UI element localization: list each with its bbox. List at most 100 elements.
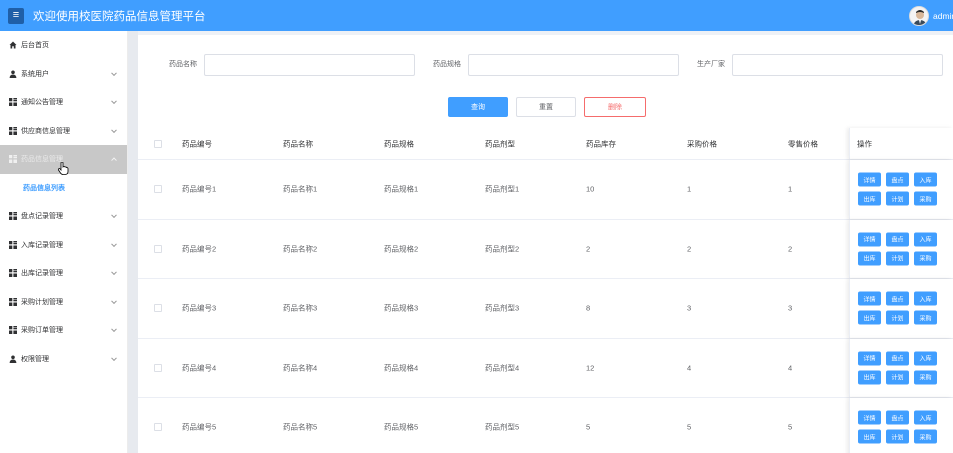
sidebar-item-notices[interactable]: 通知公告管理 [0, 88, 127, 117]
sidebar-item-stock-in[interactable]: 入库记录管理 [0, 231, 127, 260]
plan-button[interactable]: 计划 [886, 310, 909, 325]
drug-name-input[interactable] [204, 54, 415, 76]
stock-out-button[interactable]: 出库 [858, 429, 881, 444]
sidebar-item-stock-out[interactable]: 出库记录管理 [0, 259, 127, 288]
row-ops: 详情 盘点 入库 出库 计划 采购 [849, 160, 953, 219]
plan-button[interactable]: 计划 [886, 370, 909, 385]
cell-drug-code: 药品编号1 [182, 184, 217, 194]
detail-button[interactable]: 详情 [858, 172, 881, 187]
sidebar-item-purchase-order[interactable]: 采购订单管理 [0, 316, 127, 345]
purchase-button[interactable]: 采购 [914, 191, 937, 206]
app-title: 欢迎使用校医院药品信息管理平台 [33, 10, 206, 23]
stock-out-button[interactable]: 出库 [858, 251, 881, 266]
table-row: 药品编号2 药品名称2 药品规格2 药品剂型2 2 2 2 详情 盘点 入库 出… [138, 219, 953, 279]
sidebar-item-label: 通知公告管理 [21, 99, 63, 107]
sidebar-item-suppliers[interactable]: 供应商信息管理 [0, 117, 127, 146]
col-drug-spec: 药品规格 [384, 139, 414, 148]
table-row: 药品编号4 药品名称4 药品规格4 药品剂型4 12 4 4 详情 盘点 入库 … [138, 338, 953, 398]
reset-button[interactable]: 重置 [516, 97, 576, 117]
main-panel: 药品名称 药品规格 生产厂家 查询 重置 删除 药品编号 药品名称 药品规格 药… [138, 35, 953, 453]
cell-drug-spec: 药品规格4 [384, 363, 419, 373]
stock-in-button[interactable]: 入库 [914, 172, 937, 187]
stocktake-button[interactable]: 盘点 [886, 291, 909, 306]
query-button[interactable]: 查询 [448, 97, 508, 117]
search-form: 药品名称 药品规格 生产厂家 [138, 54, 953, 76]
stocktake-button[interactable]: 盘点 [886, 410, 909, 425]
row-checkbox[interactable] [154, 244, 162, 253]
cell-drug-name: 药品名称5 [283, 422, 318, 432]
cell-stock: 12 [586, 363, 595, 373]
cell-drug-code: 药品编号3 [182, 303, 217, 313]
row-checkbox[interactable] [154, 304, 162, 313]
purchase-button[interactable]: 采购 [914, 370, 937, 385]
grid-icon [9, 155, 17, 164]
stock-out-button[interactable]: 出库 [858, 370, 881, 385]
row-ops: 详情 盘点 入库 出库 计划 采购 [849, 338, 953, 397]
delete-button[interactable]: 删除 [584, 97, 646, 117]
col-drug-name: 药品名称 [283, 139, 313, 148]
cell-stock: 2 [586, 244, 591, 254]
row-checkbox[interactable] [154, 423, 162, 432]
sidebar-item-permissions[interactable]: 权限管理 [0, 345, 127, 374]
stock-in-button[interactable]: 入库 [914, 351, 937, 366]
detail-button[interactable]: 详情 [858, 351, 881, 366]
plan-button[interactable]: 计划 [886, 191, 909, 206]
stock-in-button[interactable]: 入库 [914, 410, 937, 425]
detail-button[interactable]: 详情 [858, 410, 881, 425]
chevron-down-icon [111, 355, 117, 361]
stocktake-button[interactable]: 盘点 [886, 232, 909, 247]
stock-in-button[interactable]: 入库 [914, 291, 937, 306]
select-all-checkbox[interactable] [154, 139, 162, 148]
col-operations: 操作 [857, 139, 872, 148]
cell-drug-form: 药品剂型2 [485, 244, 520, 254]
chevron-down-icon [111, 98, 117, 105]
cell-drug-name: 药品名称4 [283, 363, 318, 373]
plan-button[interactable]: 计划 [886, 251, 909, 266]
chevron-down-icon [111, 241, 117, 247]
row-checkbox[interactable] [154, 185, 162, 194]
sidebar-item-label: 盘点记录管理 [21, 213, 63, 221]
cell-retail-price: 1 [788, 184, 793, 194]
stocktake-button[interactable]: 盘点 [886, 351, 909, 366]
user-name[interactable]: admin [933, 11, 953, 21]
row-checkbox[interactable] [154, 363, 162, 372]
chevron-down-icon [111, 127, 117, 133]
fixed-ops-header: 操作 [849, 128, 953, 159]
stock-out-button[interactable]: 出库 [858, 310, 881, 325]
cell-purchase-price: 4 [687, 363, 692, 373]
cell-stock: 5 [586, 422, 591, 432]
sidebar-item-label: 出库记录管理 [21, 270, 63, 278]
table-header: 药品编号 药品名称 药品规格 药品剂型 药品库存 采购价格 零售价格 操作 [138, 128, 953, 160]
col-stock: 药品库存 [586, 139, 616, 148]
detail-button[interactable]: 详情 [858, 291, 881, 306]
stocktake-button[interactable]: 盘点 [886, 172, 909, 187]
plan-button[interactable]: 计划 [886, 429, 909, 444]
cell-drug-spec: 药品规格2 [384, 244, 419, 254]
hamburger-icon[interactable]: ≡ [8, 7, 24, 24]
manufacturer-input[interactable] [732, 54, 943, 76]
stock-in-button[interactable]: 入库 [914, 232, 937, 247]
cell-stock: 8 [586, 303, 591, 313]
sidebar-item-purchase-plan[interactable]: 采购计划管理 [0, 288, 127, 317]
cell-drug-name: 药品名称3 [283, 303, 318, 313]
detail-button[interactable]: 详情 [858, 232, 881, 247]
grid-icon [9, 240, 17, 249]
cell-retail-price: 2 [788, 244, 793, 254]
sidebar-item-home[interactable]: 后台首页 [0, 31, 127, 60]
drug-spec-input[interactable] [468, 54, 679, 76]
cell-drug-spec: 药品规格5 [384, 422, 419, 432]
sidebar-item-users[interactable]: 系统用户 [0, 60, 127, 89]
row-ops: 详情 盘点 入库 出库 计划 采购 [849, 279, 953, 338]
cell-drug-code: 药品编号4 [182, 363, 217, 373]
purchase-button[interactable]: 采购 [914, 310, 937, 325]
cell-drug-name: 药品名称2 [283, 244, 318, 254]
sidebar-item-inventory[interactable]: 盘点记录管理 [0, 202, 127, 231]
cell-drug-code: 药品编号5 [182, 422, 217, 432]
avatar[interactable] [909, 5, 929, 26]
purchase-button[interactable]: 采购 [914, 429, 937, 444]
user-area[interactable]: admin [909, 0, 953, 31]
sidebar-item-label: 权限管理 [21, 355, 49, 363]
cell-drug-form: 药品剂型1 [485, 184, 520, 194]
stock-out-button[interactable]: 出库 [858, 191, 881, 206]
purchase-button[interactable]: 采购 [914, 251, 937, 266]
